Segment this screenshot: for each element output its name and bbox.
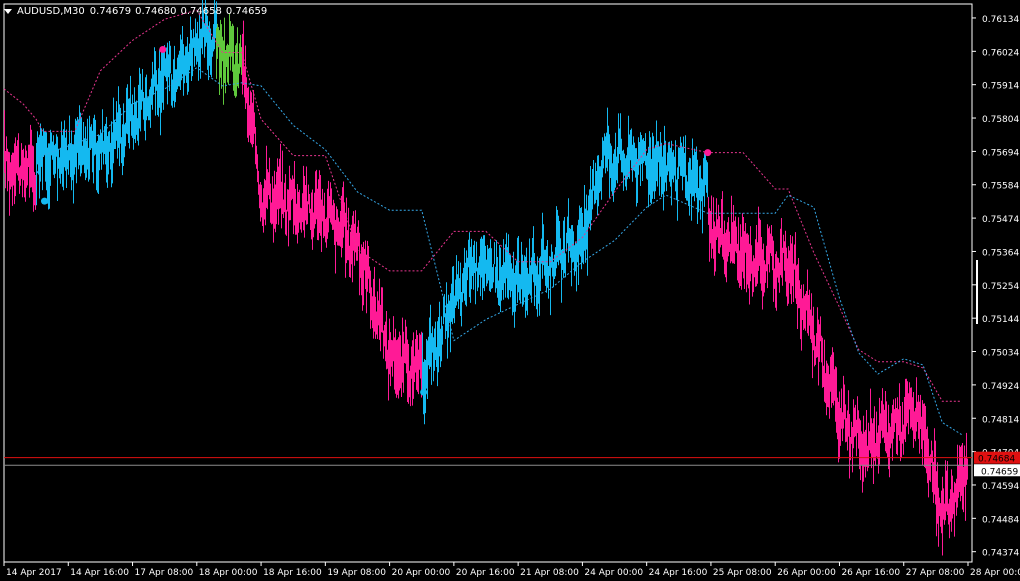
y-tick-label: 0.75254 — [982, 282, 1019, 292]
signal-dot-0 — [40, 197, 48, 205]
price-segment-10 — [422, 232, 474, 425]
price-segment-18 — [788, 232, 814, 379]
price-segment-5 — [242, 20, 262, 222]
price-bars — [942, 432, 968, 543]
x-tick-label: 14 Apr 2017 — [6, 568, 62, 578]
price-bars — [788, 232, 814, 379]
chart-header: AUDUSD,M30 0.74679 0.74680 0.74658 0.746… — [4, 3, 271, 19]
open-value: 0.74679 — [89, 5, 132, 17]
price-segment-20 — [839, 375, 866, 493]
price-segment-9 — [390, 316, 422, 407]
x-tick-label: 20 Apr 16:00 — [456, 568, 515, 578]
price-bars — [917, 394, 943, 556]
x-tick-label: 17 Apr 08:00 — [135, 568, 194, 578]
x-tick-label: 19 Apr 08:00 — [327, 568, 386, 578]
price-segment-11 — [473, 232, 519, 328]
menu-triangle-icon[interactable] — [4, 8, 12, 14]
x-tick-label: 18 Apr 16:00 — [263, 568, 322, 578]
price-bars — [107, 45, 165, 188]
price-bars — [865, 377, 917, 484]
time-axis[interactable]: 14 Apr 2017 14 Apr 16:00 17 Apr 08:00 18 Ap… — [3, 562, 1020, 578]
price-segment-0 — [4, 110, 37, 216]
price-bars — [390, 316, 422, 407]
x-tick-label: 27 Apr 08:00 — [906, 568, 965, 578]
price-segment-22 — [917, 394, 943, 556]
y-tick-label: 0.74374 — [982, 549, 1019, 559]
price-bars — [708, 191, 744, 290]
high-value: 0.74680 — [135, 5, 177, 17]
signal-dot-3 — [704, 149, 712, 157]
y-tick-label: 0.76024 — [982, 48, 1019, 58]
y-tick-label: 0.75804 — [982, 115, 1019, 125]
signal-dot-2 — [420, 388, 428, 396]
price-segment-4 — [216, 13, 242, 105]
y-tick-label: 0.75694 — [982, 148, 1019, 158]
price-segment-16 — [708, 191, 744, 290]
price-bars — [582, 155, 602, 276]
y-tick-label: 0.75364 — [982, 248, 1019, 258]
y-tick-label: 0.74924 — [982, 382, 1019, 392]
x-tick-label: 18 Apr 00:00 — [199, 568, 258, 578]
x-tick-label: 21 Apr 08:00 — [520, 568, 579, 578]
x-tick-label: 25 Apr 08:00 — [713, 568, 772, 578]
low-value: 0.74658 — [180, 5, 222, 17]
price-segment-19 — [814, 307, 840, 463]
x-tick-label: 24 Apr 16:00 — [649, 568, 708, 578]
signal-dot-1 — [159, 45, 167, 53]
price-series — [4, 0, 968, 556]
y-tick-label: 0.74484 — [982, 515, 1019, 525]
price-bars — [216, 13, 242, 105]
ask-price-label: 0.74684 — [978, 455, 1015, 465]
y-tick-label: 0.76134 — [982, 15, 1019, 25]
price-segment-14 — [602, 107, 660, 208]
x-tick-label: 24 Apr 00:00 — [584, 568, 643, 578]
x-tick-label: 14 Apr 16:00 — [70, 568, 129, 578]
price-bars — [357, 220, 390, 401]
price-segment-17 — [743, 206, 789, 311]
price-bars — [602, 107, 660, 208]
price-segment-1 — [36, 105, 107, 210]
price-bars — [319, 170, 358, 283]
bid-price-label: 0.74659 — [981, 467, 1018, 477]
price-bars — [743, 206, 789, 311]
price-segment-23 — [942, 432, 968, 543]
price-segment-13 — [582, 155, 602, 276]
symbol-label: AUDUSD,M30 — [17, 5, 85, 17]
y-tick-label: 0.75474 — [982, 215, 1019, 225]
y-tick-label: 0.75584 — [982, 182, 1019, 192]
y-tick-label: 0.75034 — [982, 349, 1019, 359]
y-tick-label: 0.75914 — [982, 82, 1019, 92]
price-bars — [660, 125, 708, 234]
close-value: 0.74659 — [225, 5, 268, 17]
scroll-marker[interactable] — [976, 260, 978, 324]
price-segment-6 — [261, 143, 319, 250]
x-tick-label: 26 Apr 00:00 — [777, 568, 836, 578]
price-chart[interactable]: 0.76134 0.76024 0.75914 0.75804 0.75694 0.755… — [0, 0, 1020, 581]
y-tick-label: 0.74594 — [982, 482, 1019, 492]
x-tick-label: 26 Apr 16:00 — [841, 568, 900, 578]
x-tick-label: 28 Apr 00:00 — [970, 568, 1020, 578]
price-segment-7 — [319, 170, 358, 283]
price-bars — [4, 110, 37, 216]
y-tick-label: 0.74814 — [982, 415, 1019, 425]
y-tick-label: 0.75144 — [982, 315, 1019, 325]
price-bars — [36, 105, 107, 210]
price-bars — [473, 232, 519, 328]
price-bars — [242, 20, 262, 222]
price-bars — [261, 143, 319, 250]
x-tick-label: 20 Apr 00:00 — [392, 568, 451, 578]
price-segment-21 — [865, 377, 917, 484]
price-bars — [839, 375, 866, 493]
price-bars — [422, 232, 474, 425]
price-segment-15 — [660, 125, 708, 234]
price-bars — [814, 307, 840, 463]
price-axis[interactable]: 0.76134 0.76024 0.75914 0.75804 0.75694 0.755… — [972, 15, 1020, 559]
price-segment-8 — [357, 220, 390, 401]
price-segment-2 — [107, 45, 165, 188]
